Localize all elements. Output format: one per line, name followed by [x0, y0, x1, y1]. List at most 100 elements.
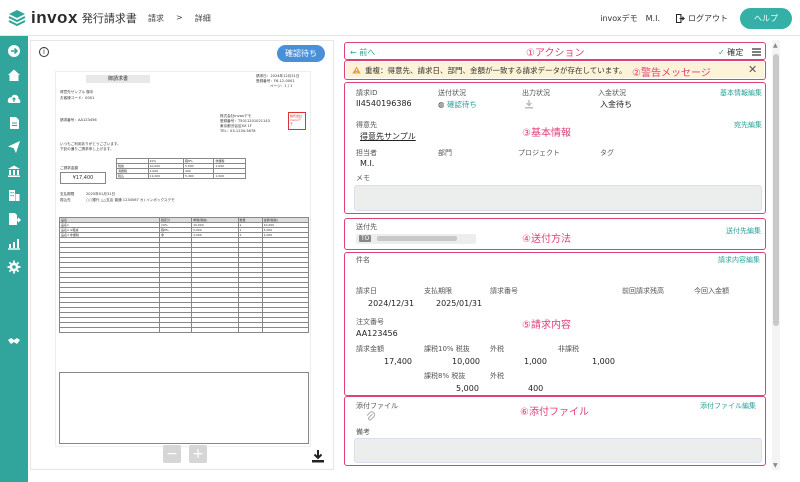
document-title: 御請求書	[86, 75, 150, 83]
confirm-button[interactable]: ✓ 確定	[718, 47, 743, 58]
edit-basic-info-link[interactable]: 基本情報編集	[720, 88, 762, 98]
invoice-id-value: II4540196386	[356, 99, 412, 108]
company-seal: 株式会社invoxデモ	[288, 112, 306, 130]
menu-icon[interactable]	[752, 48, 761, 56]
doc-due-value: 2025年01月31日	[86, 192, 116, 196]
tag-label: タグ	[600, 149, 614, 157]
status-badge: 確認待ち	[277, 45, 325, 62]
owner-label: 担当者	[356, 149, 377, 157]
send-icon[interactable]	[7, 140, 21, 154]
doc-amount-label: ご請求金額	[60, 166, 78, 170]
breadcrumb-invoices[interactable]: 請求	[148, 13, 164, 24]
owner-value: M.I.	[360, 159, 375, 168]
confirm-label: 確定	[727, 48, 744, 57]
user-area: invoxデモ M.I. ログアウト ヘルプ	[600, 0, 800, 36]
doc-page: ページ：1 / 1	[270, 84, 293, 88]
to-tag: TO	[359, 235, 372, 242]
customer-link[interactable]: 得意先サンプル	[360, 131, 416, 142]
close-warning-icon[interactable]: ✕	[748, 63, 757, 76]
payment-status-value: 入金待ち	[600, 100, 632, 109]
paperclip-icon[interactable]	[366, 411, 375, 421]
attachment-label: 添付ファイル	[356, 402, 398, 410]
output-status-label: 出力状況	[522, 89, 550, 97]
zoom-in-button[interactable]: +	[189, 445, 207, 463]
edit-attachment-link[interactable]: 添付ファイル編集	[700, 401, 756, 411]
download-status-icon	[525, 100, 533, 109]
doc-due-label: 支払期限	[60, 192, 75, 196]
chart-icon[interactable]	[7, 236, 21, 250]
breadcrumb: 請求 > 詳細	[148, 13, 211, 24]
company-name: invoxデモ	[600, 13, 638, 23]
scroll-up-icon[interactable]: ▲	[773, 42, 778, 49]
gear-icon[interactable]	[7, 260, 21, 274]
user-name[interactable]: M.I.	[646, 14, 660, 23]
globe-icon: ◍	[438, 100, 447, 109]
doc-greeting-1: いつもご利用ありがとうございます。	[60, 142, 121, 146]
sidebar	[0, 36, 28, 482]
logo-subtitle: 発行請求書	[81, 12, 137, 25]
arrow-left-icon: ←	[350, 48, 360, 57]
invoice-preview-panel: i 確認待ち 御請求書 請求日：2024年12月31日 登録番号：F6-12-0…	[30, 40, 334, 470]
doc-bank-value: ○○銀行 △△支店 普通 1234567 カ) インボックスデモ	[86, 198, 175, 202]
doc-issuer-reg: 登録番号：T5011201021143	[220, 119, 270, 123]
invoice-detail-panel: ← 前へ ①アクション ✓ 確定 重複：得意先、請求日、部門、金額が一致する請求…	[342, 40, 772, 470]
breadcrumb-detail: 詳細	[194, 14, 211, 23]
edit-destination-link[interactable]: 宛先編集	[734, 120, 762, 130]
invoice-id-label: 請求ID	[356, 89, 378, 97]
annotation-warning: ②警告メッセージ	[632, 68, 711, 79]
remarks-label: 備考	[356, 428, 370, 436]
logo-text: invox	[31, 8, 78, 27]
annotation-attachment: ⑥添付ファイル	[520, 407, 589, 418]
cloud-upload-icon[interactable]	[7, 92, 21, 106]
handshake-icon[interactable]	[7, 334, 21, 348]
logout-button[interactable]: ログアウト	[676, 13, 728, 24]
warning-text: 重複：得意先、請求日、部門、金額が一致する請求データが存在しています。	[365, 65, 627, 75]
arrow-right-circle-icon[interactable]	[7, 44, 21, 58]
send-to-label: 送付先	[356, 223, 377, 231]
edit-send-to-link[interactable]: 送付先編集	[726, 226, 761, 236]
memo-textarea[interactable]	[354, 185, 762, 211]
annotation-action: ①アクション	[526, 48, 585, 59]
send-to-recipient-chip: TO	[356, 234, 476, 244]
scroll-down-icon[interactable]: ▼	[773, 462, 778, 469]
department-label: 部門	[438, 149, 452, 157]
logo[interactable]: invox 発行請求書	[8, 8, 137, 28]
download-icon[interactable]	[311, 449, 325, 463]
back-button[interactable]: ← 前へ	[350, 47, 375, 58]
send-status-value[interactable]: ◍ 確認待ち	[438, 99, 477, 110]
doc-issuer: 株式会社invoxデモ	[220, 114, 252, 118]
remarks-textarea[interactable]	[354, 438, 762, 463]
annotation-basic: ③基本情報	[522, 128, 571, 139]
annotation-send: ④送付方法	[522, 234, 571, 245]
invoice-content-section	[344, 252, 766, 396]
doc-customer-code: お客様コード：0001	[60, 96, 95, 100]
customer-label: 得意先	[356, 121, 377, 129]
project-label: プロジェクト	[518, 149, 560, 157]
top-bar: invox 発行請求書 請求 > 詳細 invoxデモ M.I. ログアウト ヘ…	[0, 0, 800, 36]
doc-invoice-no: 請求番号：AA123456	[60, 118, 97, 122]
memo-label: メモ	[356, 174, 370, 182]
doc-memo-box	[59, 372, 309, 444]
doc-issue-date: 請求日：2024年12月31日	[256, 74, 300, 78]
doc-bank-label: 振込先	[60, 198, 71, 202]
zoom-out-button[interactable]: −	[163, 445, 181, 463]
logo-icon	[8, 10, 26, 27]
scroll-thumb[interactable]	[773, 54, 779, 326]
back-label: 前へ	[359, 48, 376, 57]
building-icon[interactable]	[7, 188, 21, 202]
invoice-document: 御請求書 請求日：2024年12月31日 登録番号：F6-12-0001 ページ…	[55, 71, 311, 447]
document-icon[interactable]	[7, 116, 21, 130]
send-status-text: 確認待ち	[446, 100, 477, 109]
info-icon[interactable]: i	[39, 47, 49, 57]
document-export-icon[interactable]	[7, 212, 21, 226]
logout-icon	[676, 13, 685, 23]
home-icon[interactable]	[7, 68, 21, 82]
help-button[interactable]: ヘルプ	[740, 7, 792, 29]
doc-line-items-table: 品名 税区分 単価(税抜) 数量 金額(税抜) 品名1 10% 10,000 1 10,…	[59, 217, 310, 333]
doc-issuer-addr: 東京都渋谷区XX 1F	[220, 124, 252, 128]
detail-scrollbar[interactable]: ▲ ▼	[772, 40, 780, 470]
doc-greeting-2: 下記の通りご請求申し上げます。	[60, 147, 114, 151]
payment-status-label: 入金状況	[598, 89, 626, 97]
bank-icon[interactable]	[7, 164, 21, 178]
doc-tax-table: 10% 軽8% 非課税 税抜 10,000 5,000 1,000 消費税 1,000 400…	[116, 158, 246, 179]
